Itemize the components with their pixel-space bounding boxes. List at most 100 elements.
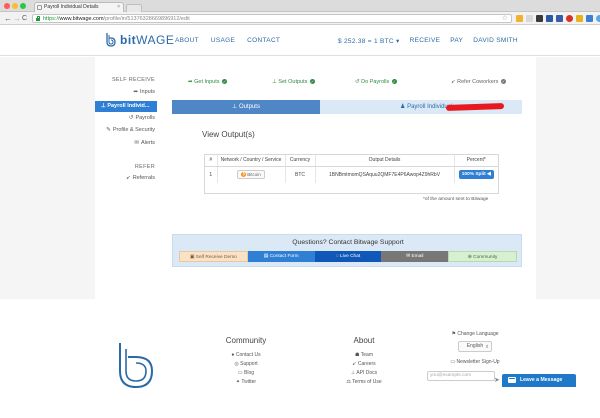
bitwage-logo-icon[interactable] — [104, 32, 118, 48]
tab-payroll-individual[interactable]: ♟ Payroll Individual — [320, 100, 522, 114]
split-percent-button[interactable]: 100% Split ◀ — [458, 170, 494, 180]
footer-about: About ☗ Team ➹ Careers ⊥ API Docs ⚖ Term… — [336, 336, 392, 387]
account-nav: $ 252.38 = 1 BTC ▾ RECEIVE PAY DAVID SMI… — [338, 37, 518, 45]
browser-toolbar: ← → C https://www.bitwage.com/profile/in… — [0, 12, 600, 25]
close-tab-icon[interactable]: × — [117, 3, 120, 12]
sidebar-item-alerts[interactable]: ✉ Alerts — [134, 140, 155, 146]
footer-link-api-docs[interactable]: ⊥ API Docs — [336, 369, 392, 378]
bookmark-extension-icon[interactable] — [546, 15, 553, 22]
row-currency: BTC — [285, 166, 316, 183]
step-do-payrolls[interactable]: ↺ Do Payrolls ✓ — [355, 79, 397, 85]
footer-community-title: Community — [225, 336, 267, 345]
share-arrow-icon: ➦ — [188, 79, 193, 85]
newsletter-email-input[interactable]: you@example.com — [427, 371, 495, 381]
browser-tabbar: Payroll Individual Details × — [0, 0, 600, 12]
check-icon: ✓ — [222, 79, 228, 85]
tab-outputs[interactable]: ⊥ Outputs — [172, 100, 320, 114]
bitcoin-service-button[interactable]: ₿ Bitcoin — [237, 170, 265, 180]
mail-extension-icon[interactable] — [576, 15, 583, 22]
footer-link-team[interactable]: ☗ Team — [336, 351, 392, 360]
bitcoin-icon: ₿ — [241, 172, 247, 178]
bitwage-footer-logo-icon — [119, 343, 154, 389]
check-icon: ✓ — [309, 79, 315, 85]
content-tabs: ⊥ Outputs ♟ Payroll Individual — [172, 100, 522, 114]
sidebar-item-referrals[interactable]: ➹ Referrals — [126, 175, 155, 181]
row-percent: 100% Split ◀ — [454, 166, 498, 183]
megaphone-icon: ➹ — [126, 175, 131, 181]
sidebar: SELF RECEIVE ➦ Inputs ⊥ Payroll Individ.… — [95, 57, 157, 299]
btc-rate-dropdown[interactable]: $ 252.38 = 1 BTC ▾ — [338, 37, 400, 45]
close-window-button[interactable] — [4, 3, 10, 9]
footer-link-contact[interactable]: ● Contact Us — [218, 351, 274, 360]
page-gutter-right — [536, 57, 600, 299]
main-nav: ABOUT USAGE CONTACT — [175, 37, 280, 44]
send-arrow-icon[interactable]: ➤ — [494, 376, 502, 384]
footer-link-twitter[interactable]: ✦ Twitter — [218, 378, 274, 387]
skype-extension-icon[interactable] — [596, 15, 600, 22]
minimize-window-button[interactable] — [12, 3, 18, 9]
grid-extension-icon[interactable] — [556, 15, 563, 22]
calendar-extension-icon[interactable] — [586, 15, 593, 22]
browser-tab-title: Payroll Individual Details — [44, 4, 99, 10]
nav-about[interactable]: ABOUT — [175, 37, 199, 44]
live-chat-button[interactable]: ◌ Live Chat — [314, 251, 382, 262]
address-bar[interactable]: https://www.bitwage.com/profile/in/51376… — [32, 14, 512, 23]
forward-arrow-icon[interactable]: → — [13, 14, 21, 23]
sidebar-item-label: Payroll Individ... — [107, 103, 150, 109]
chat-envelope-icon — [508, 377, 516, 383]
sitemap-icon: ⊥ — [101, 103, 106, 109]
support-title: Questions? Contact Bitwage Support — [292, 239, 404, 246]
step-get-inputs[interactable]: ➦ Get Inputs ✓ — [188, 79, 228, 85]
nav-contact[interactable]: CONTACT — [247, 37, 280, 44]
footer-link-careers[interactable]: ➹ Careers — [336, 360, 392, 369]
sidebar-heading-refer: REFER — [134, 164, 155, 170]
self-receive-demo-button[interactable]: ▣ Self Receive Demo — [179, 251, 248, 262]
community-button[interactable]: ⊕ Community — [448, 251, 517, 262]
history-icon: ↺ — [355, 79, 360, 85]
gear-extension-icon[interactable] — [536, 15, 543, 22]
back-arrow-icon[interactable]: ← — [4, 14, 12, 23]
contact-form-button[interactable]: ▤ Contact Form — [247, 251, 315, 262]
site-logo[interactable]: bitWAGE — [120, 32, 174, 48]
check-icon: ✓ — [500, 79, 506, 85]
history-icon: ↺ — [128, 115, 134, 121]
extension-icons: ≡ — [516, 14, 600, 23]
footer-community: Community ● Contact Us ◎ Support ▭ Blog … — [218, 336, 274, 387]
redaction-mark — [445, 102, 505, 112]
footer-settings: ⚑ Change Language English ⇕ ▭ Newsletter … — [427, 330, 523, 381]
cloud-extension-icon[interactable] — [526, 15, 533, 22]
nav-usage[interactable]: USAGE — [211, 37, 235, 44]
sidebar-item-payrolls[interactable]: ↺ Payrolls — [129, 115, 155, 121]
step-set-outputs[interactable]: ⊥ Set Outputs ✓ — [272, 79, 315, 85]
url-host: www.bitwage.com — [59, 16, 104, 22]
reload-icon[interactable]: C — [22, 14, 27, 23]
footer-link-support[interactable]: ◎ Support — [218, 360, 274, 369]
language-select[interactable]: English ⇕ — [458, 341, 492, 352]
support-panel: Questions? Contact Bitwage Support ▣ Sel… — [172, 234, 522, 267]
stop-extension-icon[interactable] — [566, 15, 573, 22]
maximize-window-button[interactable] — [20, 3, 26, 9]
folder-extension-icon[interactable] — [516, 15, 523, 22]
step-refer-coworkers[interactable]: ➹ Refer Coworkers ✓ — [451, 79, 506, 85]
bookmark-star-icon[interactable]: ☆ — [502, 15, 508, 22]
page-favicon-icon — [37, 5, 42, 10]
browser-tab[interactable]: Payroll Individual Details × — [34, 2, 124, 12]
nav-receive[interactable]: RECEIVE — [410, 37, 441, 45]
leave-message-button[interactable]: Leave a Message — [502, 374, 576, 387]
nav-pay[interactable]: PAY — [450, 37, 463, 45]
edit-icon: ✎ — [106, 127, 111, 133]
col-network: Network / Country / Service — [217, 155, 286, 167]
sidebar-item-payroll-individual[interactable]: ⊥ Payroll Individ... — [95, 101, 157, 112]
url-path: /profile/in/51376328669896912/edit — [103, 16, 190, 22]
page-title: View Output(s) — [202, 130, 255, 139]
sidebar-item-profile-security[interactable]: ✎ Profile & Security — [106, 127, 155, 133]
nav-user[interactable]: DAVID SMITH — [473, 37, 518, 45]
sidebar-item-label: Inputs — [140, 89, 155, 95]
sidebar-item-inputs[interactable]: ➦ Inputs — [133, 89, 155, 95]
envelope-icon: ✉ — [134, 140, 139, 146]
footer-link-terms[interactable]: ⚖ Terms of Use — [336, 378, 392, 387]
footer-link-blog[interactable]: ▭ Blog — [218, 369, 274, 378]
progress-steps: ➦ Get Inputs ✓ ⊥ Set Outputs ✓ ↺ Do Payr… — [160, 57, 536, 97]
new-tab-button[interactable] — [126, 4, 142, 12]
email-button[interactable]: ✉ Email — [381, 251, 449, 262]
